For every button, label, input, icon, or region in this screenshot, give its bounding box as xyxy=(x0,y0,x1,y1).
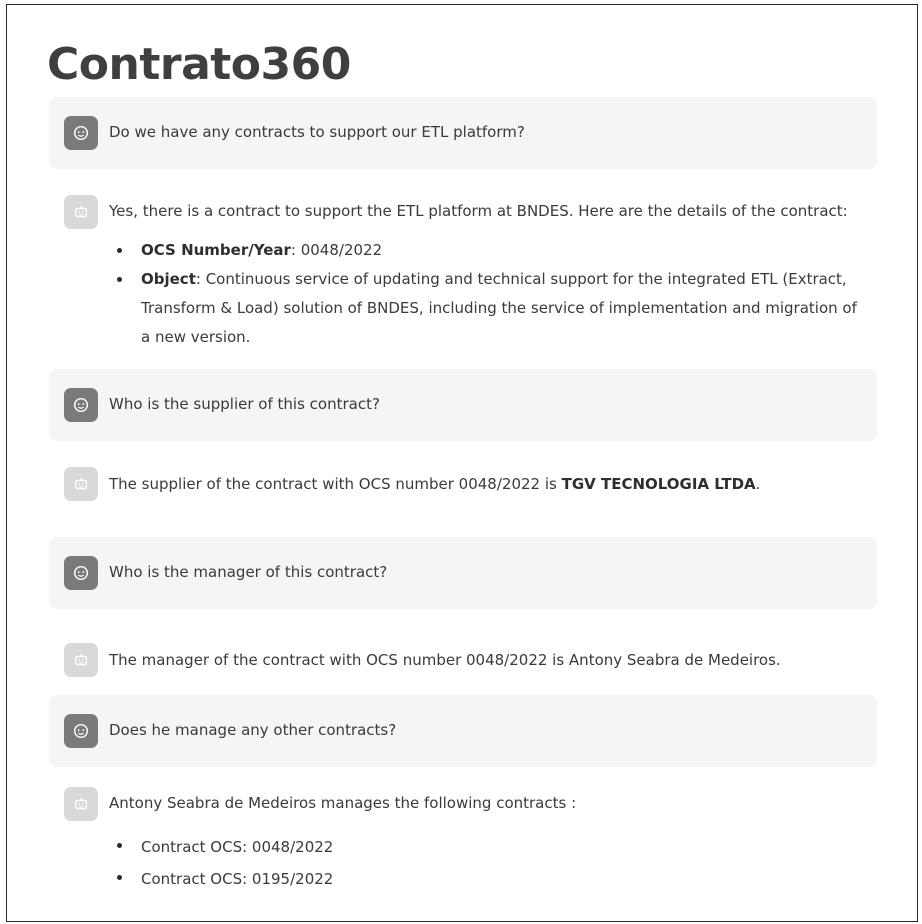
user-message-text: Does he manage any other contracts? xyxy=(109,721,397,739)
item-label: OCS Number/Year xyxy=(141,241,291,259)
user-face-icon xyxy=(64,388,98,422)
robot-icon xyxy=(64,643,98,677)
user-face-icon xyxy=(64,116,98,150)
contracts-list: Contract OCS: 0048/2022 Contract OCS: 01… xyxy=(109,831,865,895)
text-prefix: The supplier of the contract with OCS nu… xyxy=(109,475,562,493)
supplier-name: TGV TECNOLOGIA LTDA xyxy=(561,475,756,493)
user-message: Who is the manager of this contract? xyxy=(49,537,877,609)
user-message: Who is the supplier of this contract? xyxy=(49,369,877,441)
assistant-message-text: The supplier of the contract with OCS nu… xyxy=(109,474,865,494)
user-face-icon xyxy=(64,556,98,590)
item-value: : 0048/2022 xyxy=(290,241,383,259)
list-item: OCS Number/Year: 0048/2022 xyxy=(109,236,865,265)
list-item: Contract OCS: 0195/2022 xyxy=(109,863,865,895)
page-title: Contrato360 xyxy=(47,39,351,90)
assistant-message: The manager of the contract with OCS num… xyxy=(49,639,877,683)
user-message: Do we have any contracts to support our … xyxy=(49,97,877,169)
assistant-message-intro: Yes, there is a contract to support the … xyxy=(109,202,848,220)
list-item: Contract OCS: 0048/2022 xyxy=(109,831,865,863)
assistant-message-text: The manager of the contract with OCS num… xyxy=(109,651,781,669)
user-message-text: Who is the supplier of this contract? xyxy=(109,395,380,413)
user-face-icon xyxy=(64,714,98,748)
robot-icon xyxy=(64,787,98,821)
contract-details-list: OCS Number/Year: 0048/2022 Object: Conti… xyxy=(109,236,865,352)
assistant-message: Antony Seabra de Medeiros manages the fo… xyxy=(49,785,877,905)
robot-icon xyxy=(64,467,98,501)
user-message-text: Do we have any contracts to support our … xyxy=(109,123,525,141)
assistant-message: Yes, there is a contract to support the … xyxy=(49,191,877,359)
text-suffix: . xyxy=(755,475,761,493)
chat-window: Contrato360 Do we have any contracts to … xyxy=(6,4,918,922)
item-label: Object xyxy=(141,270,196,288)
user-message-text: Who is the manager of this contract? xyxy=(109,563,388,581)
list-item: Object: Continuous service of updating a… xyxy=(109,265,865,352)
item-value: : Continuous service of updating and tec… xyxy=(141,270,857,346)
user-message: Does he manage any other contracts? xyxy=(49,695,877,767)
assistant-message: The supplier of the contract with OCS nu… xyxy=(49,463,877,507)
assistant-message-intro: Antony Seabra de Medeiros manages the fo… xyxy=(109,794,577,812)
robot-icon xyxy=(64,195,98,229)
